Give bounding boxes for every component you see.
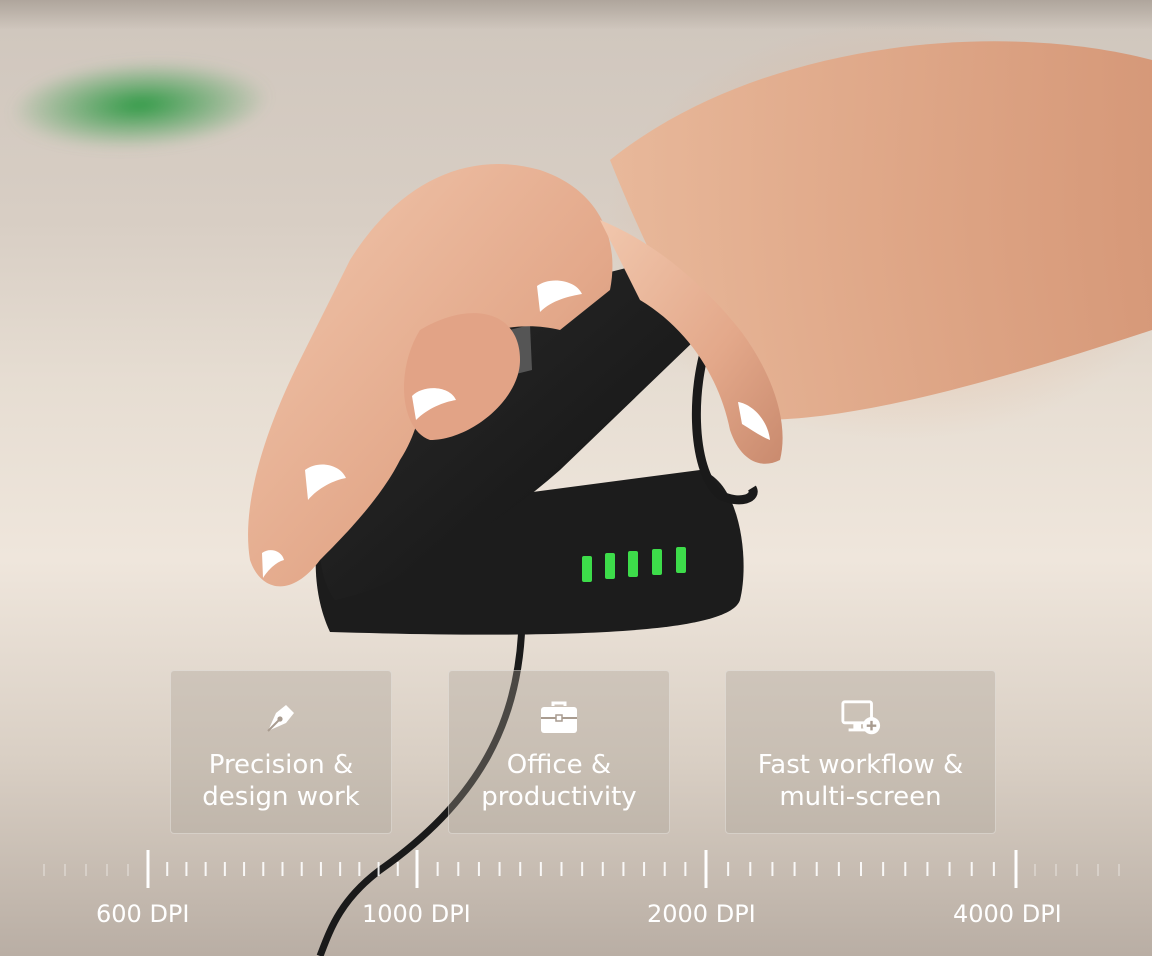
dpi-scale-ruler: [43, 850, 1120, 888]
card-label-line1: Fast workflow &: [757, 750, 964, 780]
dpi-label-4000: 4000 DPI: [953, 900, 1062, 928]
briefcase-icon: [538, 697, 580, 739]
dpi-label-1000: 1000 DPI: [362, 900, 471, 928]
card-label-line2: design work: [202, 782, 360, 812]
dpi-label-600: 600 DPI: [96, 900, 190, 928]
dpi-label-2000: 2000 DPI: [647, 900, 756, 928]
card-label-line2: productivity: [481, 782, 637, 812]
card-fast-workflow: Fast workflow & multi-screen: [725, 670, 996, 834]
card-label-line1: Precision &: [208, 750, 354, 780]
card-label-line2: multi-screen: [779, 782, 942, 812]
pen-nib-icon: [260, 697, 302, 739]
card-precision-design: Precision & design work: [170, 670, 392, 834]
card-label-line1: Office &: [506, 750, 612, 780]
card-office-productivity: Office & productivity: [448, 670, 670, 834]
feature-cards: Precision & design work Office & product…: [0, 0, 1152, 956]
monitor-add-icon: [840, 697, 882, 739]
